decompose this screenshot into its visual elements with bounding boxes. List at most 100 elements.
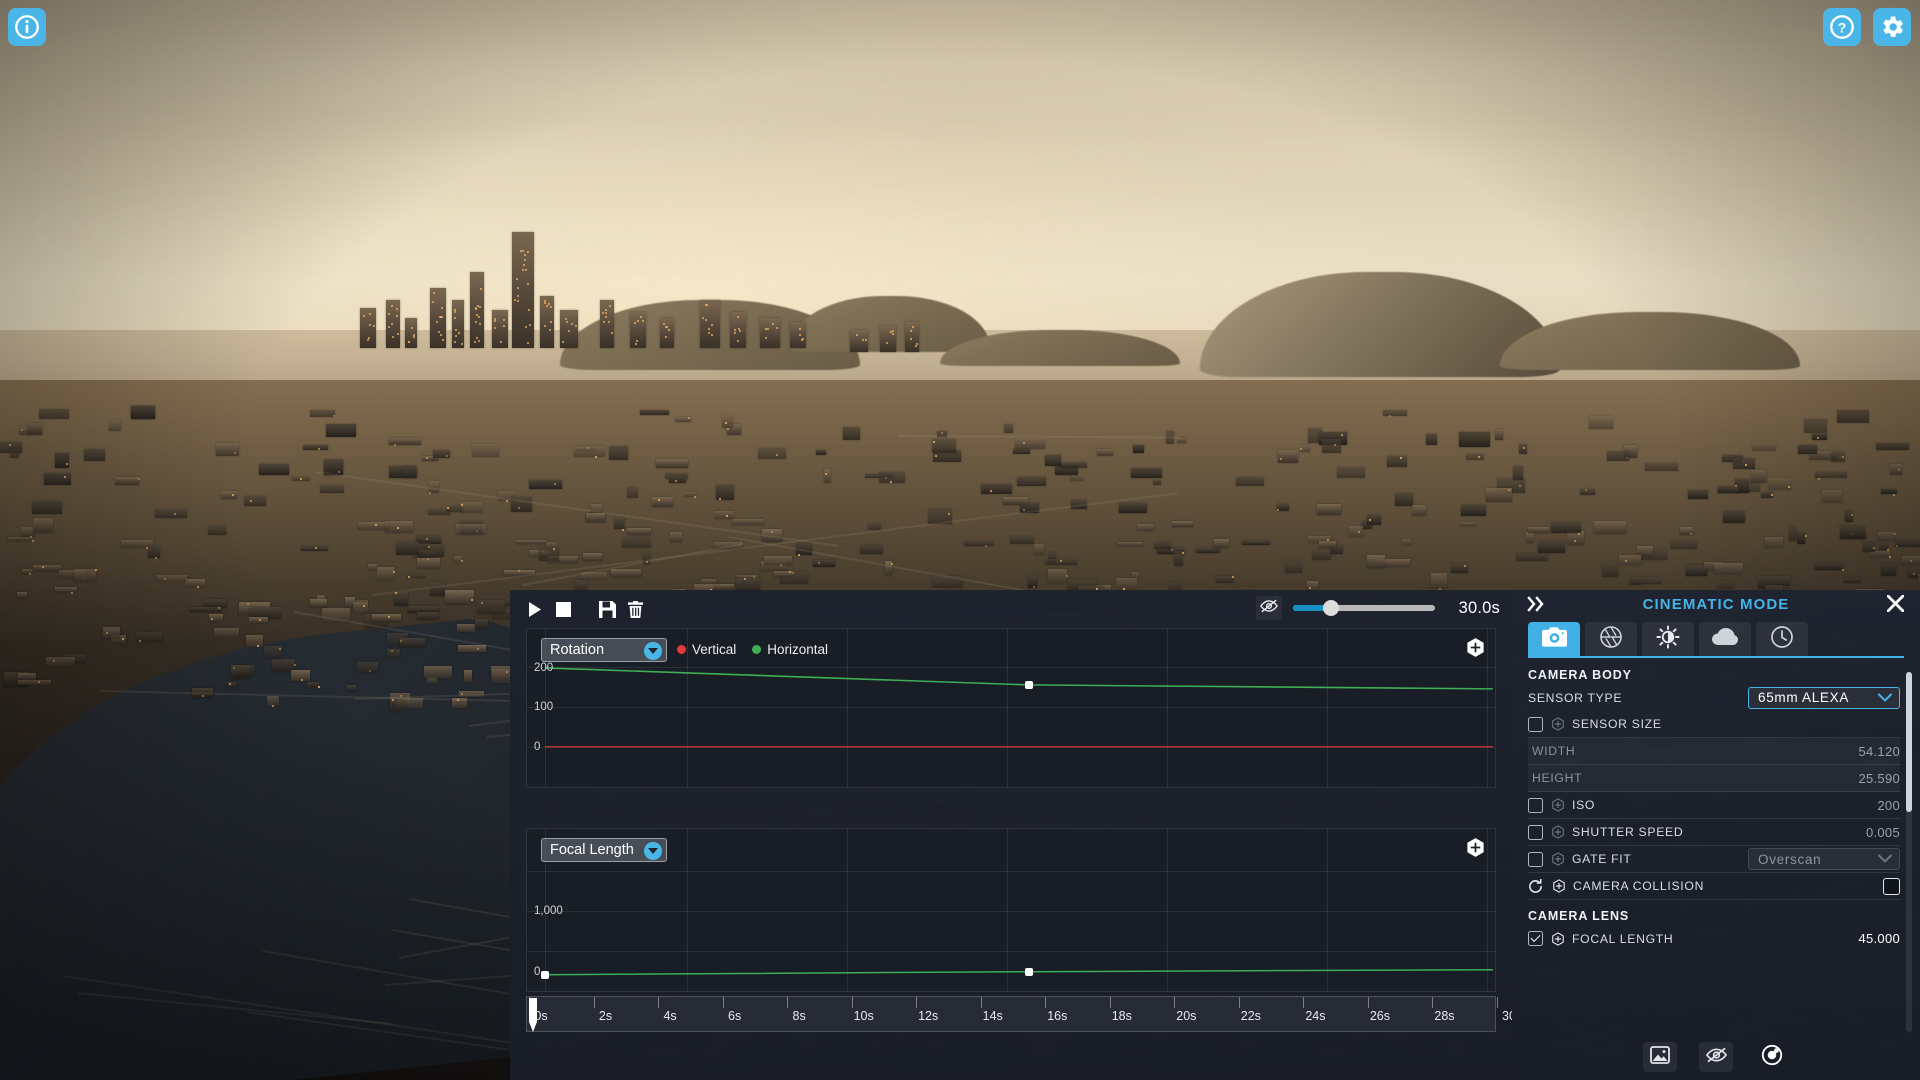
- window-light: [314, 546, 317, 549]
- tab-weather[interactable]: [1699, 622, 1751, 656]
- tab-exposure[interactable]: [1642, 622, 1694, 656]
- delete-button[interactable]: [624, 598, 646, 620]
- focal-length-checkbox[interactable]: [1528, 931, 1543, 946]
- building: [1460, 504, 1487, 516]
- window-light: [527, 342, 529, 344]
- screenshot-button[interactable]: [1643, 1042, 1677, 1072]
- graph-focal-length[interactable]: 1,000 0 Focal Length: [526, 828, 1496, 992]
- tab-aperture[interactable]: [1585, 622, 1637, 656]
- timeline-ruler[interactable]: 0s 2s 4s 6s 8s 10s 12s 14s 16s 18s 20s 22s 24s 26s 28s…: [526, 996, 1516, 1032]
- window-light: [708, 332, 710, 334]
- building: [55, 453, 69, 468]
- reset-icon[interactable]: [1528, 878, 1543, 894]
- tab-time[interactable]: [1756, 622, 1808, 656]
- shutter-speed-checkbox[interactable]: [1528, 824, 1543, 840]
- row-sensor-type[interactable]: SENSOR TYPE 65mm ALEXA: [1528, 684, 1900, 711]
- add-keyframe-button-rotation[interactable]: [1465, 637, 1487, 659]
- building: [1431, 573, 1447, 588]
- row-iso[interactable]: ISO 200: [1528, 792, 1900, 819]
- keyframe-marker[interactable]: [1025, 681, 1033, 689]
- graph-rotation[interactable]: 200 100 0 Rotation Vertical Horizontal: [526, 628, 1496, 788]
- legend-label: Horizontal: [767, 642, 829, 657]
- tab-camera[interactable]: [1528, 622, 1580, 656]
- keyframe-hex-icon[interactable]: [1552, 879, 1566, 893]
- window-light: [201, 694, 204, 697]
- stop-button[interactable]: [552, 598, 574, 620]
- window-light: [475, 321, 477, 323]
- settings-button[interactable]: [1873, 8, 1911, 46]
- keyframe-marker[interactable]: [1025, 968, 1033, 976]
- row-gate-fit[interactable]: GATE FIT Overscan: [1528, 846, 1900, 873]
- building: [627, 487, 638, 499]
- keyframe-hex-icon[interactable]: [1551, 825, 1565, 839]
- window-light: [776, 327, 778, 329]
- record-button[interactable]: [1755, 1042, 1789, 1072]
- window-light: [910, 338, 912, 340]
- row-focal-length[interactable]: FOCAL LENGTH 45.000: [1528, 925, 1900, 952]
- sensor-type-select[interactable]: 65mm ALEXA: [1748, 686, 1900, 709]
- keyframe-marker[interactable]: [541, 971, 549, 979]
- iso-checkbox[interactable]: [1528, 797, 1543, 813]
- row-sensor-size[interactable]: SENSOR SIZE: [1528, 711, 1900, 738]
- ruler-tick: [787, 997, 789, 1008]
- keyframe-hex-icon[interactable]: [1551, 852, 1565, 866]
- brightness-icon: [1656, 624, 1680, 654]
- building: [764, 555, 793, 565]
- window-light: [1887, 548, 1890, 551]
- window-light: [408, 341, 410, 343]
- close-button[interactable]: [1884, 594, 1906, 617]
- keyframe-hex-icon[interactable]: [1551, 931, 1565, 946]
- building: [31, 501, 63, 515]
- keyframe-hex-icon[interactable]: [1551, 717, 1565, 731]
- iso-value[interactable]: 200: [1877, 798, 1900, 813]
- gate-fit-select[interactable]: Overscan: [1748, 848, 1900, 870]
- hide-hud-button[interactable]: [1699, 1042, 1733, 1072]
- camera-collision-checkbox[interactable]: [1883, 877, 1900, 895]
- building: [405, 318, 417, 348]
- focal-length-value[interactable]: 45.000: [1858, 931, 1900, 946]
- building: [1630, 577, 1661, 584]
- scrollbar-thumb[interactable]: [1906, 672, 1912, 812]
- save-button[interactable]: [596, 598, 618, 620]
- slider-knob[interactable]: [1323, 600, 1339, 616]
- building: [1837, 410, 1870, 424]
- dock-scrollbar[interactable]: [1906, 672, 1912, 1032]
- window-light: [765, 328, 767, 330]
- playhead[interactable]: [529, 998, 537, 1032]
- timeline-duration-slider[interactable]: [1293, 597, 1435, 619]
- row-shutter-speed[interactable]: SHUTTER SPEED 0.005: [1528, 819, 1900, 846]
- building: [823, 469, 832, 484]
- building: [309, 410, 335, 417]
- window-light: [70, 591, 73, 594]
- window-light: [705, 304, 707, 306]
- add-keyframe-button-focal[interactable]: [1465, 837, 1487, 859]
- building: [1803, 418, 1828, 434]
- shutter-speed-value[interactable]: 0.005: [1866, 825, 1900, 840]
- keyframe-hex-icon[interactable]: [1551, 798, 1565, 812]
- ruler-label: 10s: [853, 1009, 874, 1023]
- cloud-band: [0, 40, 1920, 110]
- window-light: [890, 480, 893, 483]
- window-light: [550, 321, 552, 323]
- play-button[interactable]: [524, 598, 546, 620]
- window-light: [477, 305, 479, 307]
- cloud-icon: [1712, 627, 1738, 651]
- hide-ui-button[interactable]: [1256, 596, 1282, 620]
- gate-fit-checkbox[interactable]: [1528, 851, 1543, 867]
- building: [1687, 490, 1709, 499]
- info-button[interactable]: [8, 8, 46, 46]
- building: [347, 684, 356, 692]
- rotation-channel-select[interactable]: Rotation: [541, 638, 667, 662]
- window-light: [367, 339, 369, 341]
- building: [74, 568, 96, 582]
- window-light: [374, 523, 377, 526]
- focal-channel-select[interactable]: Focal Length: [541, 838, 667, 862]
- sensor-size-checkbox[interactable]: [1528, 716, 1543, 732]
- building: [1881, 488, 1898, 495]
- building: [154, 509, 188, 518]
- row-camera-collision[interactable]: CAMERA COLLISION: [1528, 873, 1900, 900]
- help-button[interactable]: ?: [1823, 8, 1861, 46]
- building: [1588, 415, 1614, 430]
- window-light: [705, 319, 707, 321]
- building: [1154, 541, 1171, 550]
